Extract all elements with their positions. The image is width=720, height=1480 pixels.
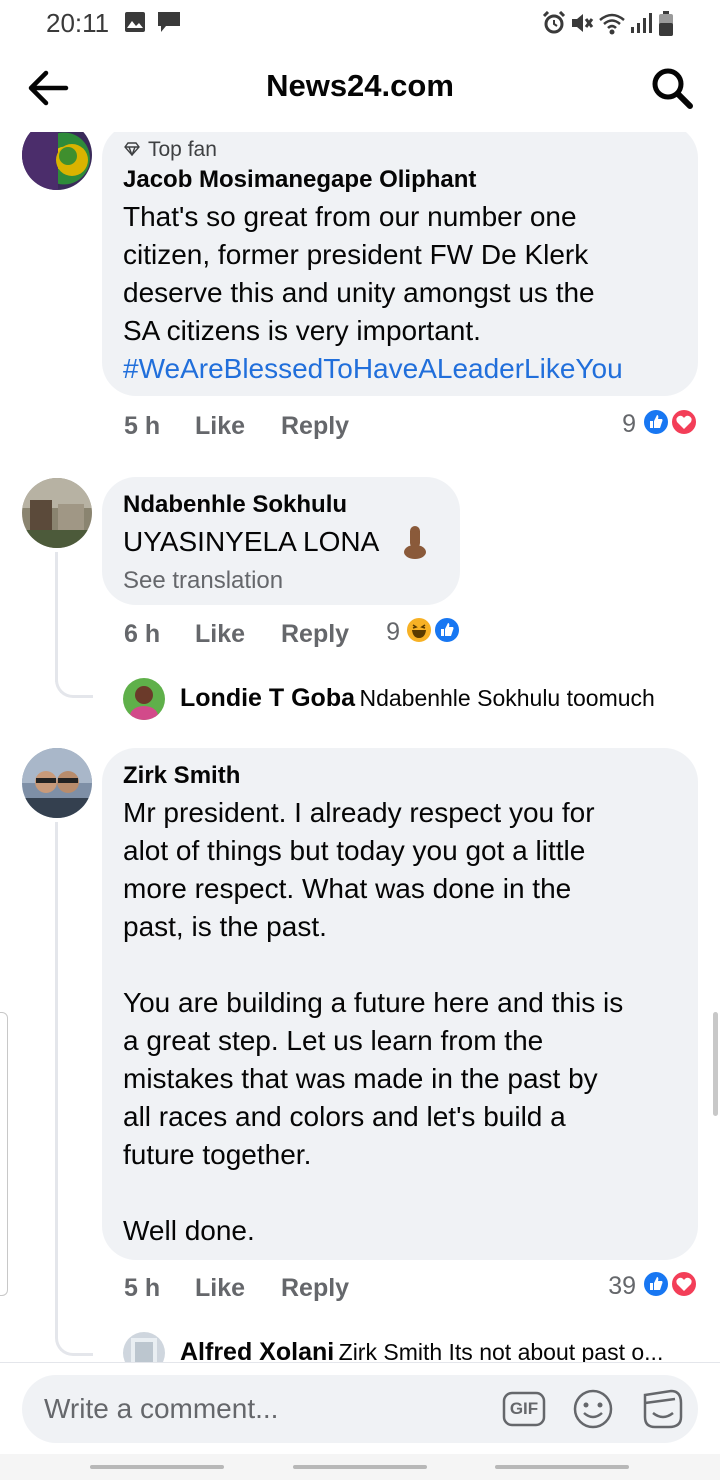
comment-text: UYASINYELA LONA <box>123 526 380 557</box>
like-reaction-icon <box>642 408 670 436</box>
comment-text: Mr president. I already respect you for … <box>123 794 693 1250</box>
comment-line: more respect. What was done in the <box>123 873 572 904</box>
gif-icon[interactable]: GIF <box>502 1387 546 1431</box>
thread-connector <box>55 662 93 698</box>
avatar[interactable] <box>22 132 92 190</box>
home-button[interactable] <box>293 1465 427 1469</box>
comment-line <box>123 1174 693 1212</box>
comment-line: deserve this and unity amongst us the <box>123 277 595 308</box>
battery-icon <box>659 11 673 36</box>
comment-line: a great step. Let us learn from the <box>123 1025 544 1056</box>
message-icon <box>158 12 180 32</box>
reply-preview[interactable]: Alfred Xolani Zirk Smith Its not about p… <box>180 1338 700 1362</box>
emoji-icon[interactable] <box>571 1387 615 1431</box>
page-title: News24.com <box>266 68 454 103</box>
thread-connector <box>55 1312 93 1356</box>
avatar-image <box>22 478 92 548</box>
alarm-icon <box>542 11 566 34</box>
comment-line <box>123 946 693 984</box>
app-header: News24.com <box>0 44 720 132</box>
comment-composer: GIF <box>0 1362 720 1454</box>
status-time: 20:11 <box>46 8 110 38</box>
comment-author[interactable]: Zirk Smith <box>123 762 240 790</box>
recents-button[interactable] <box>90 1465 224 1469</box>
hashtag-link[interactable]: #WeAreBlessedToHaveALeaderLikeYou <box>123 350 683 388</box>
reply-author[interactable]: Londie T Goba <box>180 684 355 712</box>
comment-line: Mr president. I already respect you for <box>123 797 595 828</box>
reply-author[interactable]: Alfred Xolani <box>180 1338 334 1362</box>
avatar-image <box>130 686 158 720</box>
diamond-icon <box>124 142 140 156</box>
avatar[interactable] <box>123 678 165 720</box>
comment-line: Well done. <box>123 1215 255 1246</box>
haha-reaction-icon <box>405 616 433 644</box>
sticker-icon[interactable] <box>641 1387 685 1431</box>
avatar[interactable] <box>22 748 92 818</box>
comment-time[interactable]: 5 h <box>124 412 160 441</box>
comment-line: mistakes that was made in the past by <box>123 1063 598 1094</box>
comment-line: That's so great from our number one <box>123 201 577 232</box>
like-reaction-icon <box>433 616 461 644</box>
system-nav-bar <box>0 1454 720 1480</box>
comments-feed[interactable]: Top fan Jacob Mosimanegape Oliphant That… <box>0 132 720 1362</box>
finger-emoji-icon <box>404 526 426 559</box>
comment-line: alot of things but today you got a littl… <box>123 835 586 866</box>
reply-preview[interactable]: Londie T Goba Ndabenhle Sokhulu toomuch <box>180 684 700 713</box>
comment-author[interactable]: Ndabenhle Sokhulu <box>123 491 347 519</box>
reply-button[interactable]: Reply <box>281 1274 349 1303</box>
reply-text: Zirk Smith Its not about past o... <box>338 1339 664 1362</box>
mute-icon <box>572 14 594 32</box>
avatar-image <box>131 1338 157 1362</box>
reply-button[interactable]: Reply <box>281 620 349 649</box>
like-button[interactable]: Like <box>195 412 245 441</box>
image-icon <box>125 12 145 32</box>
left-edge-handle <box>0 1012 8 1296</box>
search-icon[interactable] <box>648 64 696 112</box>
avatar[interactable] <box>123 1332 165 1362</box>
avatar[interactable] <box>22 478 92 548</box>
comment-time[interactable]: 5 h <box>124 1274 160 1303</box>
scrollbar[interactable] <box>713 1012 718 1116</box>
gif-label: GIF <box>509 1399 539 1418</box>
reaction-count[interactable]: 9 <box>600 410 636 439</box>
comment-text: That's so great from our number one citi… <box>123 198 683 388</box>
comment-line: future together. <box>123 1139 312 1170</box>
signal-icon <box>631 13 652 33</box>
comment-author[interactable]: Jacob Mosimanegape Oliphant <box>123 166 476 194</box>
reply-text: Ndabenhle Sokhulu toomuch <box>359 685 655 711</box>
wifi-icon <box>599 13 625 35</box>
comment-line: SA citizens is very important. <box>123 315 481 346</box>
comment-line: past, is the past. <box>123 911 327 942</box>
reaction-count[interactable]: 9 <box>372 618 400 647</box>
status-bar: 20:11 <box>0 0 720 44</box>
avatar-image <box>22 132 88 190</box>
comment-line: You are building a future here and this … <box>123 987 624 1018</box>
love-reaction-icon <box>670 408 698 436</box>
comment-line: all races and colors and let's build a <box>123 1101 566 1132</box>
reply-button[interactable]: Reply <box>281 412 349 441</box>
comment-line: citizen, former president FW De Klerk <box>123 239 589 270</box>
like-button[interactable]: Like <box>195 620 245 649</box>
like-reaction-icon <box>642 1270 670 1298</box>
love-reaction-icon <box>670 1270 698 1298</box>
see-translation-link[interactable]: See translation <box>123 567 283 595</box>
avatar-image <box>22 748 92 818</box>
thread-line <box>55 822 58 1332</box>
back-nav-button[interactable] <box>495 1465 629 1469</box>
comment-time[interactable]: 6 h <box>124 620 160 649</box>
like-button[interactable]: Like <box>195 1274 245 1303</box>
reaction-count[interactable]: 39 <box>590 1272 636 1301</box>
top-fan-badge: Top fan <box>148 138 217 161</box>
